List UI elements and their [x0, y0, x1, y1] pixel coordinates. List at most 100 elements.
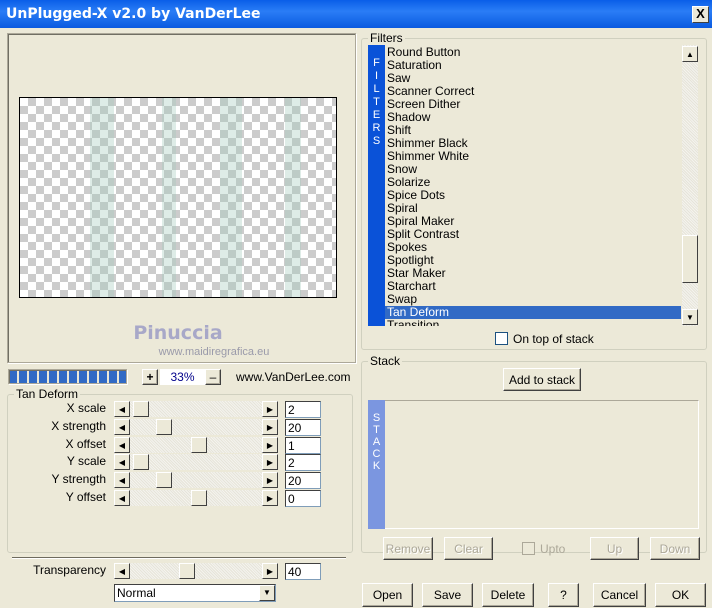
add-to-stack-button[interactable]: Add to stack — [503, 368, 581, 391]
arrow-left-icon[interactable]: ◀ — [114, 401, 130, 417]
arrow-right-icon[interactable]: ▶ — [262, 490, 278, 506]
strip-letter: R — [372, 122, 381, 134]
chevron-down-icon[interactable]: ▼ — [259, 585, 275, 601]
x-offset-slider[interactable] — [130, 437, 262, 453]
stack-group-title: Stack — [368, 354, 403, 368]
filter-item[interactable]: Spice Dots — [385, 189, 681, 202]
arrow-right-icon[interactable]: ▶ — [262, 563, 278, 579]
x-offset-input[interactable]: 1 — [285, 437, 321, 454]
up-button[interactable]: Up — [590, 537, 639, 560]
arrow-left-icon[interactable]: ◀ — [114, 472, 130, 488]
arrow-right-icon[interactable]: ▶ — [262, 472, 278, 488]
ok-button[interactable]: OK — [655, 583, 706, 607]
arrow-right-icon[interactable]: ▶ — [262, 437, 278, 453]
website-link[interactable]: www.VanDerLee.com — [236, 370, 351, 384]
zoom-in-button[interactable]: + — [142, 369, 158, 385]
slider-thumb[interactable] — [191, 437, 207, 453]
window-title: UnPlugged-X v2.0 by VanDerLee — [6, 6, 261, 22]
down-button[interactable]: Down — [650, 537, 700, 560]
strip-letter: F — [373, 57, 380, 69]
y-offset-label: Y offset — [65, 490, 106, 504]
on-top-of-stack-checkbox[interactable] — [495, 332, 508, 345]
x-offset-label: X offset — [65, 437, 106, 451]
arrow-left-icon[interactable]: ◀ — [114, 437, 130, 453]
open-button[interactable]: Open — [362, 583, 413, 607]
stack-list[interactable] — [368, 400, 699, 529]
slider-thumb[interactable] — [179, 563, 195, 579]
remove-button[interactable]: Remove — [383, 537, 433, 560]
close-button[interactable]: X — [692, 6, 709, 23]
x-strength-slider[interactable] — [130, 419, 262, 435]
scroll-thumb[interactable] — [682, 235, 698, 283]
cancel-button[interactable]: Cancel — [593, 583, 646, 607]
slider-thumb[interactable] — [156, 472, 172, 488]
arrow-right-icon[interactable]: ▶ — [262, 454, 278, 470]
x-strength-input[interactable]: 20 — [285, 419, 321, 436]
save-button[interactable]: Save — [422, 583, 473, 607]
scroll-up-icon[interactable]: ▲ — [682, 46, 698, 62]
preview-image[interactable] — [19, 97, 337, 298]
slider-thumb[interactable] — [191, 490, 207, 506]
x-strength-label: X strength — [51, 419, 106, 433]
arrow-left-icon[interactable]: ◀ — [114, 454, 130, 470]
on-top-of-stack-label: On top of stack — [513, 332, 594, 346]
title-bar: UnPlugged-X v2.0 by VanDerLee X — [0, 0, 712, 28]
x-scale-input[interactable]: 2 — [285, 401, 321, 418]
slider-thumb[interactable] — [133, 454, 149, 470]
zoom-out-button[interactable]: – — [205, 369, 221, 385]
strip-letter: S — [372, 135, 381, 147]
watermark-logo: Pinuccia — [133, 322, 223, 344]
y-scale-slider[interactable] — [130, 454, 262, 470]
blend-mode-select[interactable]: Normal ▼ — [114, 584, 276, 602]
strip-letter: C — [372, 448, 381, 460]
strip-letter: T — [373, 96, 380, 108]
filter-list[interactable]: Round Button Saturation Saw Scanner Correct… — [385, 45, 698, 326]
filter-item[interactable]: Split Contrast — [385, 228, 681, 241]
arrow-right-icon[interactable]: ▶ — [262, 419, 278, 435]
x-scale-slider[interactable] — [130, 401, 262, 417]
y-strength-slider[interactable] — [130, 472, 262, 488]
strip-letter: I — [374, 70, 379, 82]
y-offset-input[interactable]: 0 — [285, 490, 321, 507]
filters-group-title: Filters — [368, 31, 405, 45]
y-strength-input[interactable]: 20 — [285, 472, 321, 489]
strip-letter: A — [372, 436, 381, 448]
filters-strip: FILTERS — [368, 45, 385, 326]
filter-scrollbar[interactable]: ▲ ▼ — [682, 45, 698, 326]
arrow-left-icon[interactable]: ◀ — [114, 419, 130, 435]
stack-strip: STACK — [368, 400, 385, 529]
strip-letter: K — [372, 460, 381, 472]
upto-checkbox[interactable] — [522, 542, 535, 555]
transparency-label: Transparency — [33, 563, 106, 577]
strip-letter: T — [373, 424, 380, 436]
parameters-group-title: Tan Deform — [14, 387, 81, 401]
strip-letter: L — [373, 83, 380, 95]
slider-thumb[interactable] — [156, 419, 172, 435]
separator — [12, 557, 346, 559]
y-scale-label: Y scale — [66, 454, 106, 468]
delete-button[interactable]: Delete — [482, 583, 534, 607]
filter-item[interactable]: Shimmer White — [385, 150, 681, 163]
y-offset-slider[interactable] — [130, 490, 262, 506]
blend-mode-value: Normal — [117, 586, 156, 600]
y-scale-input[interactable]: 2 — [285, 454, 321, 471]
zoom-level: 33% — [160, 369, 205, 385]
filter-item[interactable]: Saturation — [385, 59, 681, 72]
arrow-right-icon[interactable]: ▶ — [262, 401, 278, 417]
x-scale-label: X scale — [66, 401, 106, 415]
arrow-left-icon[interactable]: ◀ — [114, 490, 130, 506]
transparency-slider[interactable] — [130, 563, 262, 579]
filter-item[interactable]: Transition — [385, 319, 681, 327]
help-button[interactable]: ? — [548, 583, 579, 607]
progress-bar — [8, 369, 127, 384]
arrow-left-icon[interactable]: ◀ — [114, 563, 130, 579]
slider-thumb[interactable] — [133, 401, 149, 417]
filter-item[interactable]: Starchart — [385, 280, 681, 293]
scroll-down-icon[interactable]: ▼ — [682, 309, 698, 325]
transparency-input[interactable]: 40 — [285, 563, 321, 580]
y-strength-label: Y strength — [51, 472, 106, 486]
strip-letter: S — [372, 412, 381, 424]
upto-label: Upto — [540, 542, 566, 556]
filter-item[interactable]: Shadow — [385, 111, 681, 124]
clear-button[interactable]: Clear — [444, 537, 493, 560]
